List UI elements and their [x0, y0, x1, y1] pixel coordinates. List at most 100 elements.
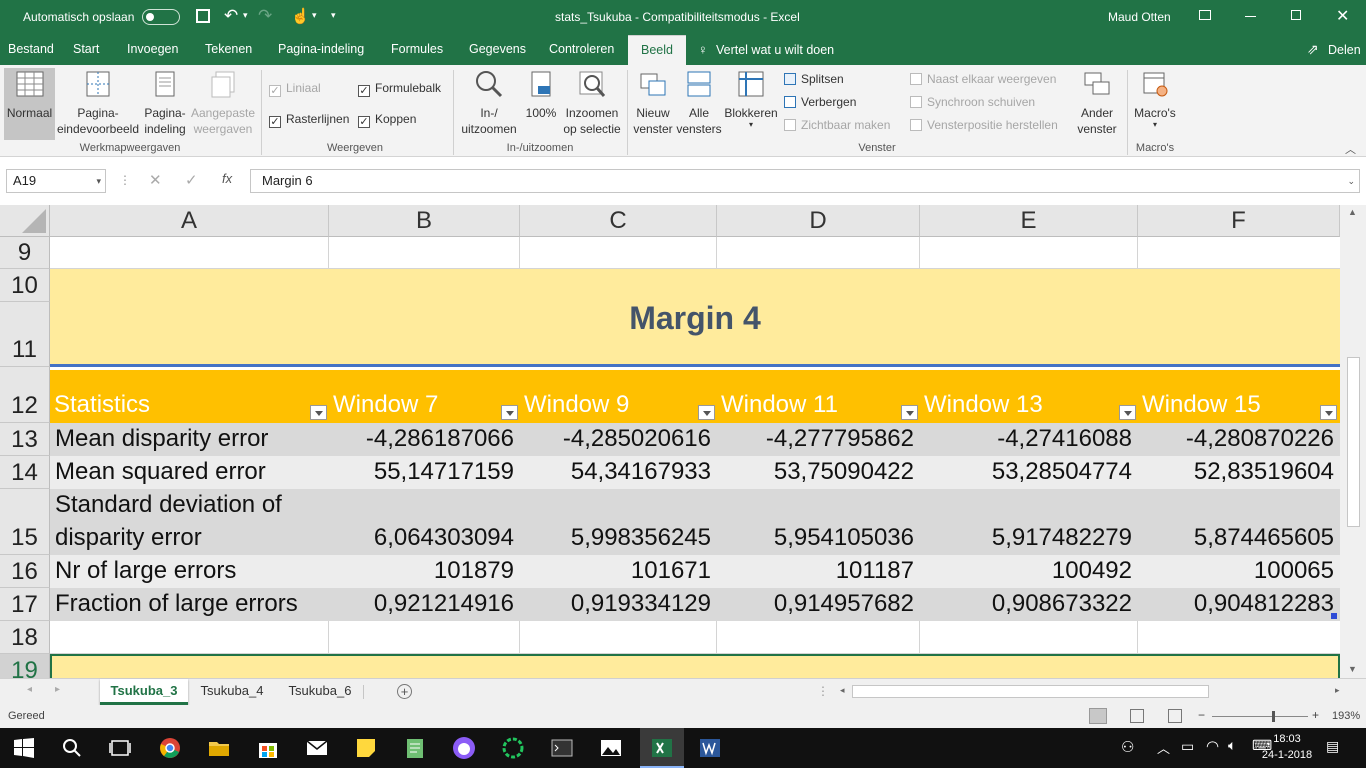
clock-time[interactable]: 18:03: [1267, 733, 1307, 745]
cell-b13[interactable]: -4,286187066: [329, 425, 520, 453]
vertical-scrollbar[interactable]: ▲ ▼: [1340, 205, 1366, 678]
cell-e17[interactable]: 0,908673322: [920, 590, 1138, 618]
column-header-f[interactable]: F: [1138, 205, 1340, 237]
cell-b14[interactable]: 55,14717159: [329, 458, 520, 486]
store-icon[interactable]: [256, 736, 280, 760]
scroll-up-icon[interactable]: ▲: [1348, 207, 1357, 217]
row-label-std-dev-line1[interactable]: Standard deviation of: [55, 491, 282, 519]
sheet-tab-tsukuba-6[interactable]: Tsukuba_6: [278, 679, 362, 705]
tab-formules[interactable]: Formules: [384, 35, 450, 65]
tab-tekenen[interactable]: Tekenen: [198, 35, 259, 65]
split-button[interactable]: Splitsen: [784, 72, 844, 86]
scroll-thumb[interactable]: [1347, 357, 1360, 527]
select-all-button[interactable]: [0, 205, 50, 237]
filter-dropdown-icon[interactable]: [698, 405, 715, 420]
tab-gegevens[interactable]: Gegevens: [462, 35, 533, 65]
prev-sheet-icon[interactable]: ◂: [27, 684, 32, 695]
formula-input[interactable]: Margin 6 ⌄: [250, 169, 1360, 193]
normal-view-status-icon[interactable]: [1089, 708, 1107, 724]
zoom-out-icon[interactable]: −: [1198, 708, 1205, 722]
cell-d17[interactable]: 0,914957682: [717, 590, 920, 618]
row-header-14[interactable]: 14: [0, 456, 50, 489]
touch-dropdown-icon[interactable]: ▾: [312, 10, 317, 21]
headings-checkbox[interactable]: ✓ Koppen: [358, 112, 416, 128]
cell-e16[interactable]: 100492: [920, 557, 1138, 585]
add-sheet-icon[interactable]: +: [397, 684, 412, 699]
column-header-a[interactable]: A: [50, 205, 329, 237]
switch-window-button[interactable]: Ander venster: [1071, 69, 1123, 137]
expand-formula-icon[interactable]: ⌄: [1347, 170, 1355, 192]
notepad-icon[interactable]: [403, 736, 427, 760]
sheet-tab-tsukuba-4[interactable]: Tsukuba_4: [190, 679, 274, 705]
freeze-panes-button[interactable]: Blokkeren ▾: [723, 69, 779, 129]
zoom-level[interactable]: 193%: [1332, 710, 1360, 722]
tab-splitter-icon[interactable]: ⋮: [817, 684, 829, 698]
cell-f14[interactable]: 52,83519604: [1138, 458, 1340, 486]
cell-f13[interactable]: -4,280870226: [1138, 425, 1340, 453]
autosave-toggle[interactable]: [142, 9, 180, 25]
user-name[interactable]: Maud Otten: [1108, 10, 1171, 24]
next-sheet-icon[interactable]: ▸: [55, 684, 60, 695]
zoom-in-icon[interactable]: +: [1312, 708, 1319, 722]
minimize-icon[interactable]: [1245, 16, 1256, 17]
page-layout-status-icon[interactable]: [1130, 709, 1144, 723]
horizontal-scrollbar[interactable]: [852, 684, 1332, 699]
row-header-10[interactable]: 10: [0, 269, 50, 302]
scroll-left-icon[interactable]: ◂: [840, 685, 845, 696]
column-header-b[interactable]: B: [329, 205, 520, 237]
customize-qat-icon[interactable]: ▾: [331, 10, 336, 21]
tab-pagina-indeling[interactable]: Pagina-indeling: [271, 35, 371, 65]
row-label-std-dev-line2[interactable]: disparity error: [55, 524, 202, 552]
cell-f16[interactable]: 100065: [1138, 557, 1340, 585]
zoom-100-button[interactable]: 100%: [524, 69, 558, 121]
windows-start-icon[interactable]: [12, 736, 36, 760]
cell-c14[interactable]: 54,34167933: [520, 458, 717, 486]
column-header-c[interactable]: C: [520, 205, 717, 237]
cell-f17[interactable]: 0,904812283: [1138, 590, 1340, 618]
name-box-dropdown-icon[interactable]: ▾: [96, 170, 101, 192]
cell-d16[interactable]: 101187: [717, 557, 920, 585]
hide-button[interactable]: Verbergen: [784, 95, 856, 109]
zoom-button[interactable]: In-/ uitzoomen: [458, 69, 520, 137]
row-header-16[interactable]: 16: [0, 555, 50, 588]
row-header-12[interactable]: 12: [0, 367, 50, 423]
mail-icon[interactable]: [305, 736, 329, 760]
cell-c17[interactable]: 0,919334129: [520, 590, 717, 618]
row-header-11[interactable]: 11: [0, 302, 50, 367]
arrange-all-button[interactable]: Alle vensters: [676, 69, 722, 137]
page-break-status-icon[interactable]: [1168, 709, 1182, 723]
circular-app-icon[interactable]: [501, 736, 525, 760]
header-window-9[interactable]: Window 9: [520, 391, 717, 419]
scroll-right-icon[interactable]: ▸: [1335, 685, 1340, 696]
file-explorer-icon[interactable]: [207, 736, 231, 760]
touch-mode-icon[interactable]: ☝: [291, 7, 310, 25]
row-label-nr-large-errors[interactable]: Nr of large errors: [55, 557, 236, 585]
terminal-icon[interactable]: [550, 736, 574, 760]
row-9-cells[interactable]: [50, 237, 1340, 269]
row-header-13[interactable]: 13: [0, 423, 50, 456]
new-window-button[interactable]: Nieuw venster: [631, 69, 675, 137]
row-label-mean-disparity[interactable]: Mean disparity error: [55, 425, 268, 453]
cell-b15[interactable]: 6,064303094: [329, 524, 520, 552]
formula-bar-checkbox[interactable]: ✓ Formulebalk: [358, 81, 441, 97]
cell-c15[interactable]: 5,998356245: [520, 524, 717, 552]
sheet-tab-tsukuba-3[interactable]: Tsukuba_3: [100, 679, 188, 705]
tab-controleren[interactable]: Controleren: [542, 35, 621, 65]
row-label-fraction-large-errors[interactable]: Fraction of large errors: [55, 590, 298, 618]
zoom-slider-thumb[interactable]: [1272, 711, 1275, 722]
gridlines-checkbox[interactable]: ✓ Rasterlijnen: [269, 112, 349, 128]
filter-dropdown-icon[interactable]: [1320, 405, 1337, 420]
filter-dropdown-icon[interactable]: [501, 405, 518, 420]
tell-me-search[interactable]: Vertel wat u wilt doen: [716, 43, 834, 57]
cell-e15[interactable]: 5,917482279: [920, 524, 1138, 552]
undo-dropdown-icon[interactable]: ▾: [243, 10, 248, 21]
wifi-icon[interactable]: ◠: [1206, 737, 1219, 755]
cell-b17[interactable]: 0,921214916: [329, 590, 520, 618]
cell-d15[interactable]: 5,954105036: [717, 524, 920, 552]
cell-c13[interactable]: -4,285020616: [520, 425, 717, 453]
volume-icon[interactable]: 🔈︎: [1228, 737, 1236, 754]
selected-cell-a19[interactable]: [50, 654, 1340, 678]
chevron-up-icon[interactable]: ︿: [1157, 738, 1170, 757]
macros-button[interactable]: Macro's ▾: [1131, 69, 1179, 129]
header-window-7[interactable]: Window 7: [329, 391, 520, 419]
